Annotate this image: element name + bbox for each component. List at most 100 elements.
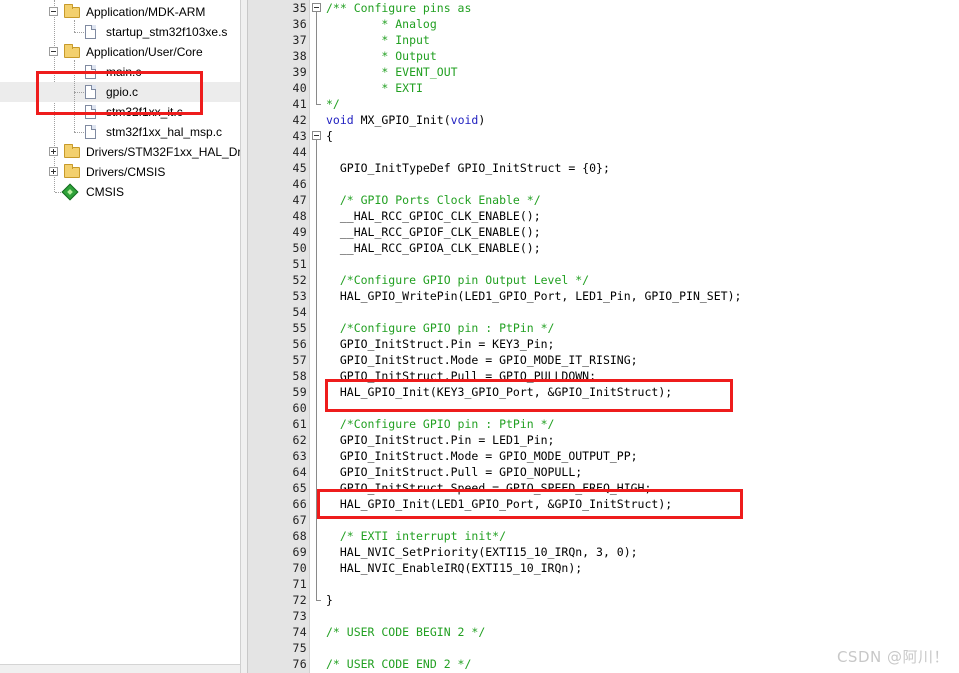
tree-connector-line [74, 32, 84, 33]
tree-connector-line [74, 112, 84, 113]
code-line[interactable]: 48 __HAL_RCC_GPIOC_CLK_ENABLE(); [248, 208, 959, 224]
tree-horizontal-scrollbar[interactable] [0, 664, 240, 673]
code-line[interactable]: 50 __HAL_RCC_GPIOA_CLK_ENABLE(); [248, 240, 959, 256]
code-line[interactable]: 36 * Analog [248, 16, 959, 32]
code-token: HAL_NVIC_SetPriority(EXTI15_10_IRQn, 3, … [326, 545, 638, 559]
code-line[interactable]: 52 /*Configure GPIO pin Output Level */ [248, 272, 959, 288]
code-line[interactable]: 61 /*Configure GPIO pin : PtPin */ [248, 416, 959, 432]
fold-guide-line [316, 140, 317, 600]
code-line[interactable]: 63 GPIO_InitStruct.Mode = GPIO_MODE_OUTP… [248, 448, 959, 464]
panel-splitter[interactable] [240, 0, 248, 673]
code-line[interactable]: 41 */ [248, 96, 959, 112]
code-text: /*Configure GPIO pin Output Level */ [326, 272, 589, 288]
code-line[interactable]: 53 HAL_GPIO_WritePin(LED1_GPIO_Port, LED… [248, 288, 959, 304]
code-line[interactable]: 59 HAL_GPIO_Init(KEY3_GPIO_Port, &GPIO_I… [248, 384, 959, 400]
line-number: 54 [292, 305, 307, 319]
code-line[interactable]: 56 GPIO_InitStruct.Pin = KEY3_Pin; [248, 336, 959, 352]
code-line[interactable]: 70 HAL_NVIC_EnableIRQ(EXTI15_10_IRQn); [248, 560, 959, 576]
code-line[interactable]: 49 __HAL_RCC_GPIOF_CLK_ENABLE(); [248, 224, 959, 240]
line-number: 61 [292, 417, 307, 431]
code-line[interactable]: 62 GPIO_InitStruct.Pin = LED1_Pin; [248, 432, 959, 448]
line-number: 39 [292, 65, 307, 79]
code-text: { [326, 128, 333, 144]
code-comment: * Analog [326, 17, 437, 31]
code-line[interactable]: 35 /** Configure pins as [248, 0, 959, 16]
code-line[interactable]: 58 GPIO_InitStruct.Pull = GPIO_PULLDOWN; [248, 368, 959, 384]
collapse-toggle-icon[interactable] [49, 7, 58, 16]
tree-item-stm32f1xx-hal-msp-c[interactable]: stm32f1xx_hal_msp.c [0, 122, 240, 142]
code-line[interactable]: 72} [248, 592, 959, 608]
tree-item-label: startup_stm32f103xe.s [106, 25, 228, 39]
tree-item-label: Drivers/STM32F1xx_HAL_Driver [86, 145, 241, 159]
expand-toggle-icon[interactable] [49, 147, 58, 156]
code-text: __HAL_RCC_GPIOA_CLK_ENABLE(); [326, 240, 541, 256]
code-line[interactable]: 54 [248, 304, 959, 320]
code-line[interactable]: 38 * Output [248, 48, 959, 64]
tree-item-drivers-cmsis[interactable]: Drivers/CMSIS [0, 162, 240, 182]
code-line[interactable]: 74 /* USER CODE BEGIN 2 */ [248, 624, 959, 640]
code-text: GPIO_InitTypeDef GPIO_InitStruct = {0}; [326, 160, 610, 176]
tree-item-label: CMSIS [86, 185, 125, 199]
code-comment: /* GPIO Ports Clock Enable */ [326, 193, 541, 207]
code-text: /** Configure pins as [326, 0, 471, 16]
code-line[interactable]: 64 GPIO_InitStruct.Pull = GPIO_NOPULL; [248, 464, 959, 480]
code-line[interactable]: 57 GPIO_InitStruct.Mode = GPIO_MODE_IT_R… [248, 352, 959, 368]
code-line[interactable]: 39 * EVENT_OUT [248, 64, 959, 80]
tree-item-startup-stm32f103xe-s[interactable]: startup_stm32f103xe.s [0, 22, 240, 42]
code-line[interactable]: 69 HAL_NVIC_SetPriority(EXTI15_10_IRQn, … [248, 544, 959, 560]
code-text: /* USER CODE END 2 */ [326, 656, 471, 672]
code-line[interactable]: 51 [248, 256, 959, 272]
code-text: * EVENT_OUT [326, 64, 457, 80]
code-token: HAL_GPIO_Init(KEY3_GPIO_Port, &GPIO_Init… [326, 385, 673, 399]
code-editor[interactable]: 35/** Configure pins as 36 * Analog 37 * I… [248, 0, 959, 673]
code-line[interactable]: 55 /*Configure GPIO pin : PtPin */ [248, 320, 959, 336]
line-number: 60 [292, 401, 307, 415]
code-comment: /* EXTI interrupt init*/ [326, 529, 507, 543]
line-number: 53 [292, 289, 307, 303]
code-line[interactable]: 42 void MX_GPIO_Init(void) [248, 112, 959, 128]
tree-item-cmsis[interactable]: CMSIS [0, 182, 240, 202]
code-line[interactable]: 47 /* GPIO Ports Clock Enable */ [248, 192, 959, 208]
expand-toggle-icon[interactable] [49, 167, 58, 176]
line-number: 75 [292, 641, 307, 655]
code-text: GPIO_InitStruct.Mode = GPIO_MODE_OUTPUT_… [326, 448, 638, 464]
code-line[interactable]: 46 [248, 176, 959, 192]
code-comment: /*Configure GPIO pin : PtPin */ [326, 417, 555, 431]
code-line[interactable]: 45 GPIO_InitTypeDef GPIO_InitStruct = {0… [248, 160, 959, 176]
fold-collapse-icon[interactable] [312, 3, 321, 12]
code-line[interactable]: 73 [248, 608, 959, 624]
code-line[interactable]: 67 [248, 512, 959, 528]
code-line[interactable]: 44 [248, 144, 959, 160]
collapse-toggle-icon[interactable] [49, 47, 58, 56]
tree-item-stm32f1xx-it-c[interactable]: stm32f1xx_it.c [0, 102, 240, 122]
code-line[interactable]: 37 * Input [248, 32, 959, 48]
line-number: 76 [292, 657, 307, 671]
code-line[interactable]: 43 { [248, 128, 959, 144]
code-text: HAL_NVIC_EnableIRQ(EXTI15_10_IRQn); [326, 560, 582, 576]
tree-item-main-c[interactable]: main.c [0, 62, 240, 82]
tree-item-gpio-c[interactable]: gpio.c [0, 82, 240, 102]
code-line[interactable]: 68 /* EXTI interrupt init*/ [248, 528, 959, 544]
code-line[interactable]: 60 [248, 400, 959, 416]
code-token: GPIO_InitStruct.Pin = KEY3_Pin; [326, 337, 555, 351]
code-line[interactable]: 71 [248, 576, 959, 592]
line-number: 43 [292, 129, 307, 143]
code-token: HAL_NVIC_EnableIRQ(EXTI15_10_IRQn); [326, 561, 583, 575]
code-text: HAL_NVIC_SetPriority(EXTI15_10_IRQn, 3, … [326, 544, 638, 560]
code-line[interactable]: 66 HAL_GPIO_Init(LED1_GPIO_Port, &GPIO_I… [248, 496, 959, 512]
code-line[interactable]: 65 GPIO_InitStruct.Speed = GPIO_SPEED_FR… [248, 480, 959, 496]
code-line[interactable]: 40 * EXTI [248, 80, 959, 96]
tree-item-application-mdk-arm[interactable]: Application/MDK-ARM [0, 2, 240, 22]
code-token: __HAL_RCC_GPIOC_CLK_ENABLE(); [326, 209, 541, 223]
tree-item-application-user-core[interactable]: Application/User/Core [0, 42, 240, 62]
file-icon [85, 105, 96, 119]
line-number: 67 [292, 513, 307, 527]
line-number: 56 [292, 337, 307, 351]
fold-collapse-icon[interactable] [312, 131, 321, 140]
fold-guide-line [316, 12, 317, 104]
tree-item-drivers-stm32f1xx-hal-driver[interactable]: Drivers/STM32F1xx_HAL_Driver [0, 142, 240, 162]
tree-connector-line [74, 72, 84, 73]
line-number: 63 [292, 449, 307, 463]
code-text: /* USER CODE BEGIN 2 */ [326, 624, 485, 640]
code-text: HAL_GPIO_Init(KEY3_GPIO_Port, &GPIO_Init… [326, 384, 672, 400]
